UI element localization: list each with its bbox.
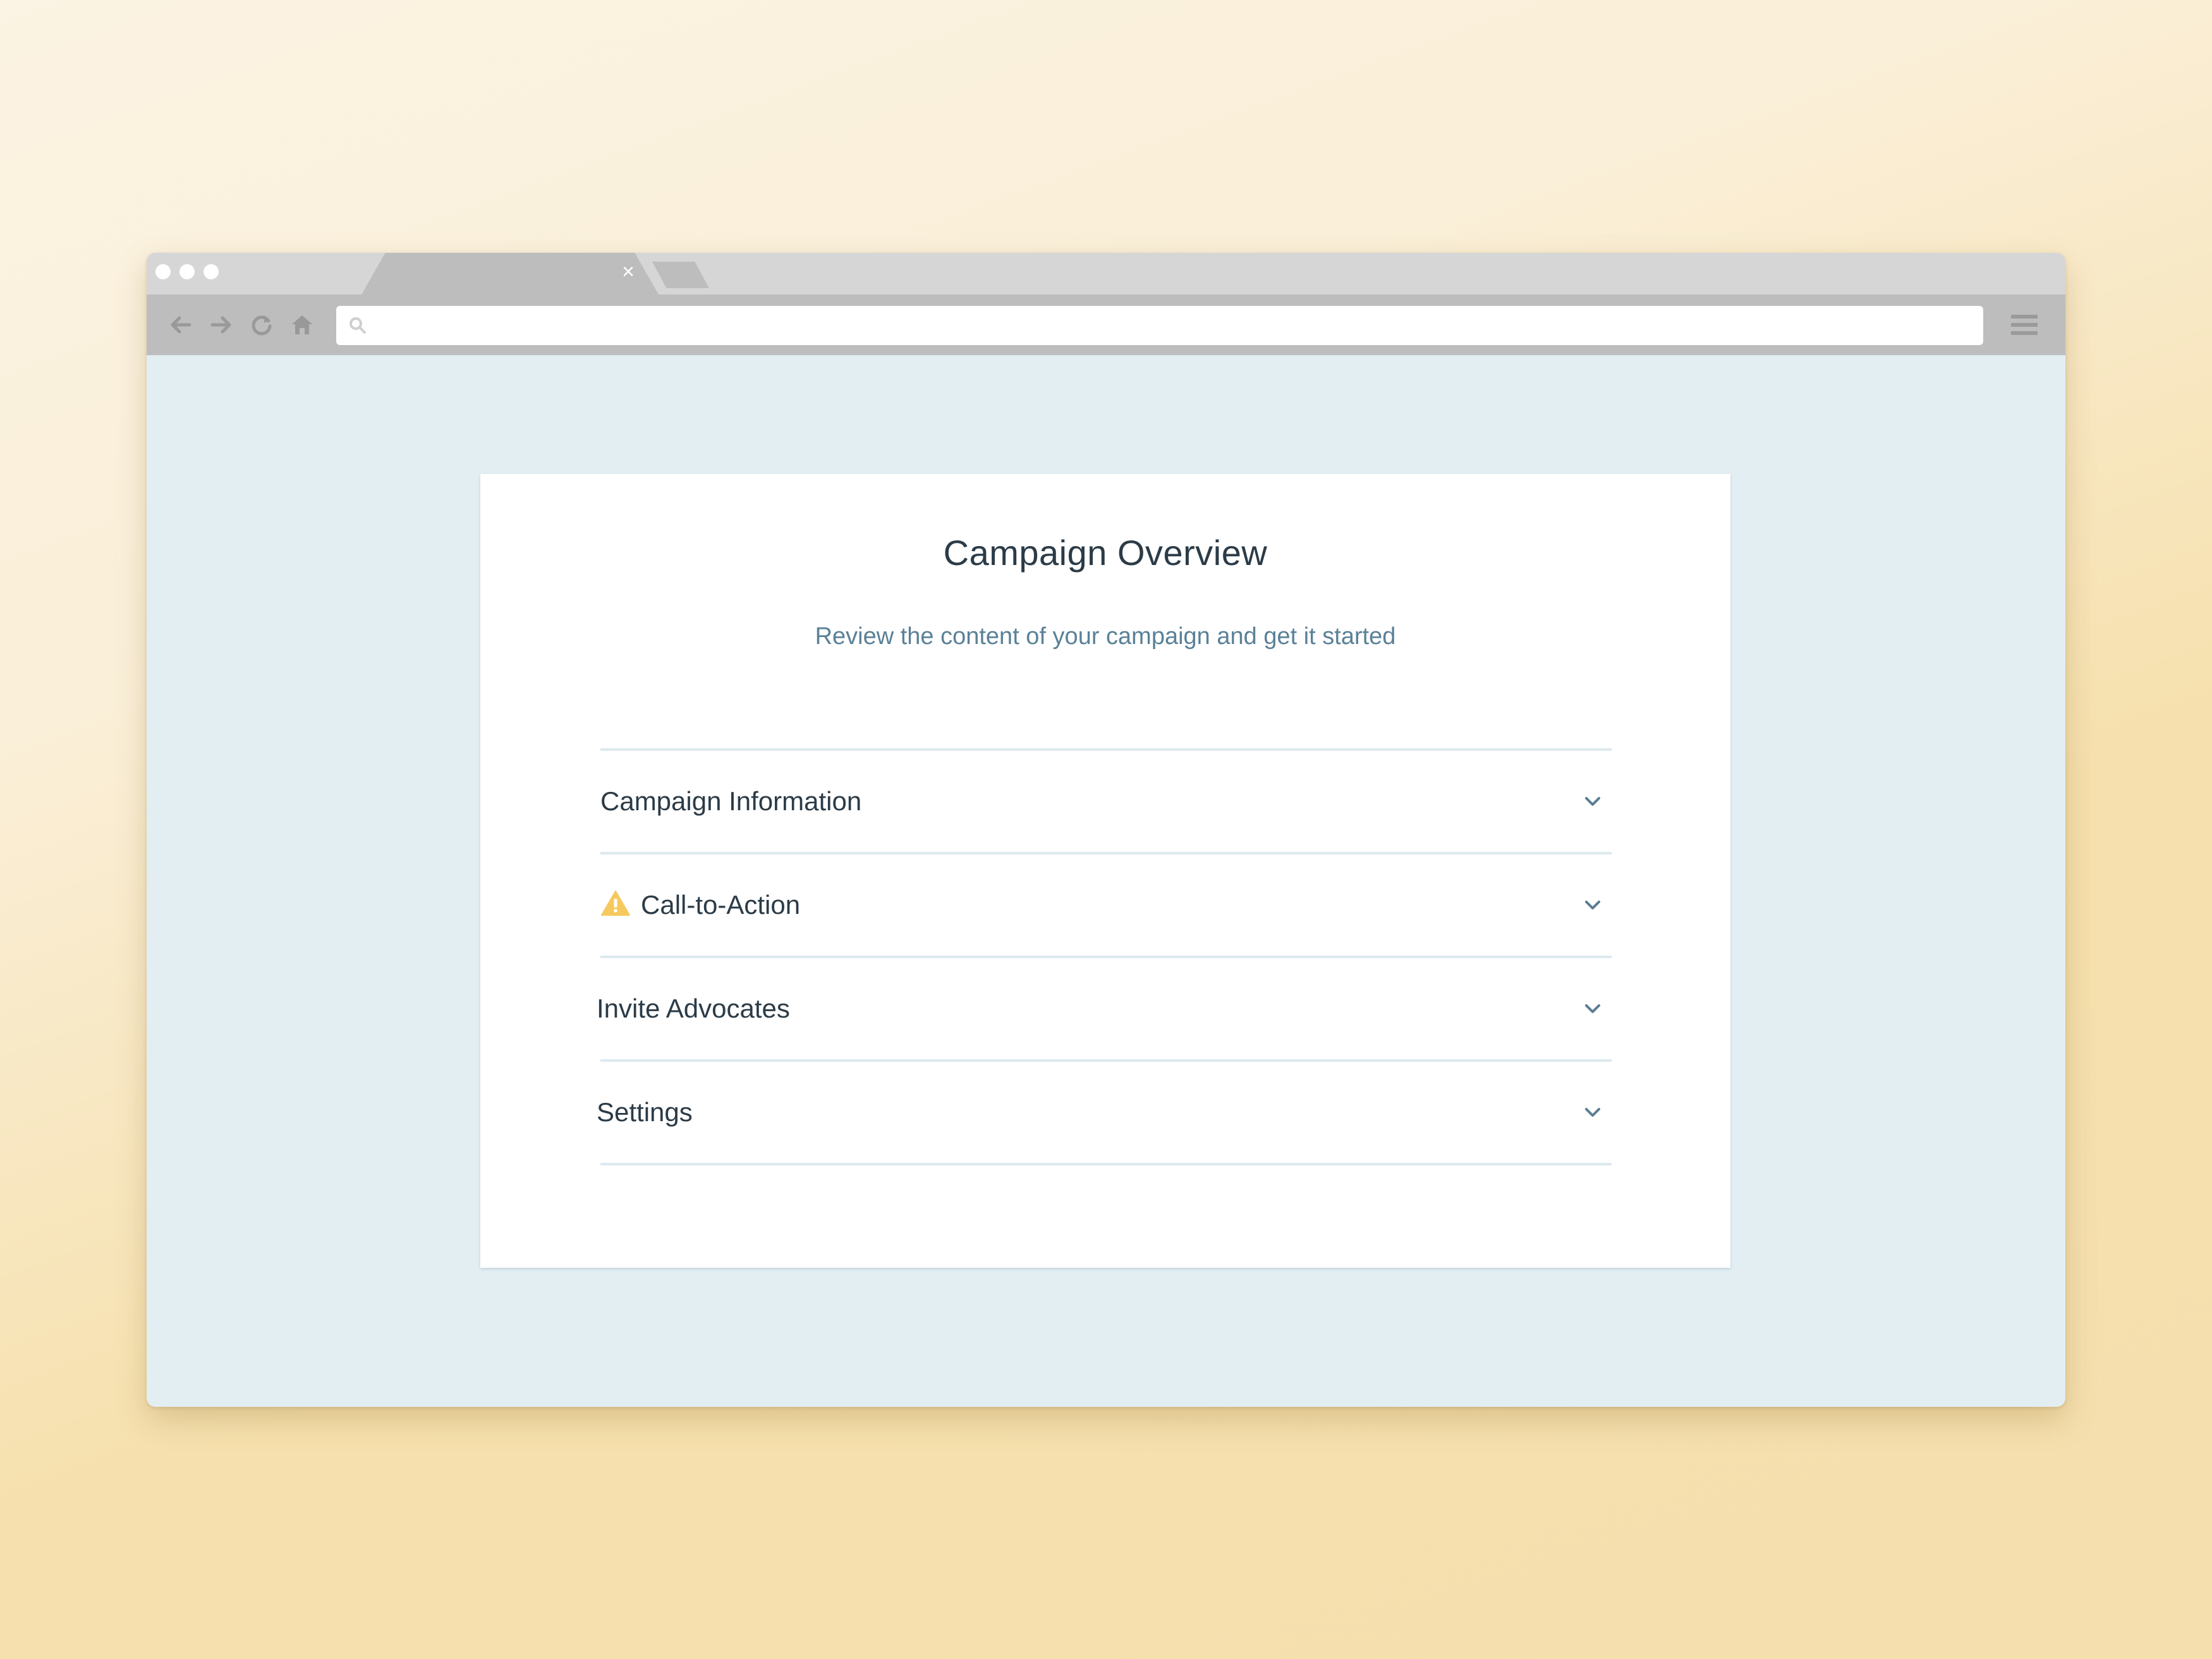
reload-icon[interactable] (246, 310, 277, 340)
home-icon[interactable] (287, 310, 317, 340)
campaign-overview-card: Campaign Overview Review the content of … (480, 474, 1730, 1268)
section-settings[interactable]: Settings (597, 1062, 1612, 1165)
window-close-dot[interactable] (155, 264, 171, 279)
tab-bar: × (147, 253, 2065, 295)
section-invite-advocates[interactable]: Invite Advocates (597, 958, 1612, 1062)
chevron-down-icon[interactable] (1580, 789, 1605, 814)
page-subtitle: Review the content of your campaign and … (815, 623, 1396, 650)
new-tab-button[interactable] (652, 262, 709, 288)
section-call-to-action[interactable]: Call-to-Action (600, 854, 1612, 958)
sections-accordion: Campaign Information Call-to-Action Invi… (597, 748, 1612, 1165)
forward-arrow-icon[interactable] (206, 310, 236, 340)
warning-icon (601, 890, 630, 916)
chevron-down-icon[interactable] (1580, 892, 1605, 918)
browser-window: × Campaign Overview Review the content o… (147, 253, 2065, 1407)
window-minimize-dot[interactable] (179, 264, 195, 279)
window-maximize-dot[interactable] (204, 264, 219, 279)
chevron-down-icon[interactable] (1580, 1100, 1605, 1125)
hamburger-menu-icon[interactable] (2008, 311, 2040, 339)
back-arrow-icon[interactable] (166, 310, 196, 340)
chevron-down-icon[interactable] (1580, 996, 1605, 1021)
browser-toolbar (147, 295, 2065, 355)
tab-close-icon[interactable]: × (614, 258, 642, 286)
section-label: Call-to-Action (641, 890, 801, 920)
section-campaign-information[interactable]: Campaign Information (600, 751, 1612, 854)
section-label: Settings (597, 1097, 693, 1127)
search-icon (349, 317, 366, 334)
section-label: Invite Advocates (597, 994, 790, 1023)
page-title: Campaign Overview (943, 533, 1268, 573)
section-label: Campaign Information (600, 786, 862, 816)
address-bar[interactable] (336, 306, 1983, 345)
page-viewport: Campaign Overview Review the content of … (147, 355, 2065, 1407)
